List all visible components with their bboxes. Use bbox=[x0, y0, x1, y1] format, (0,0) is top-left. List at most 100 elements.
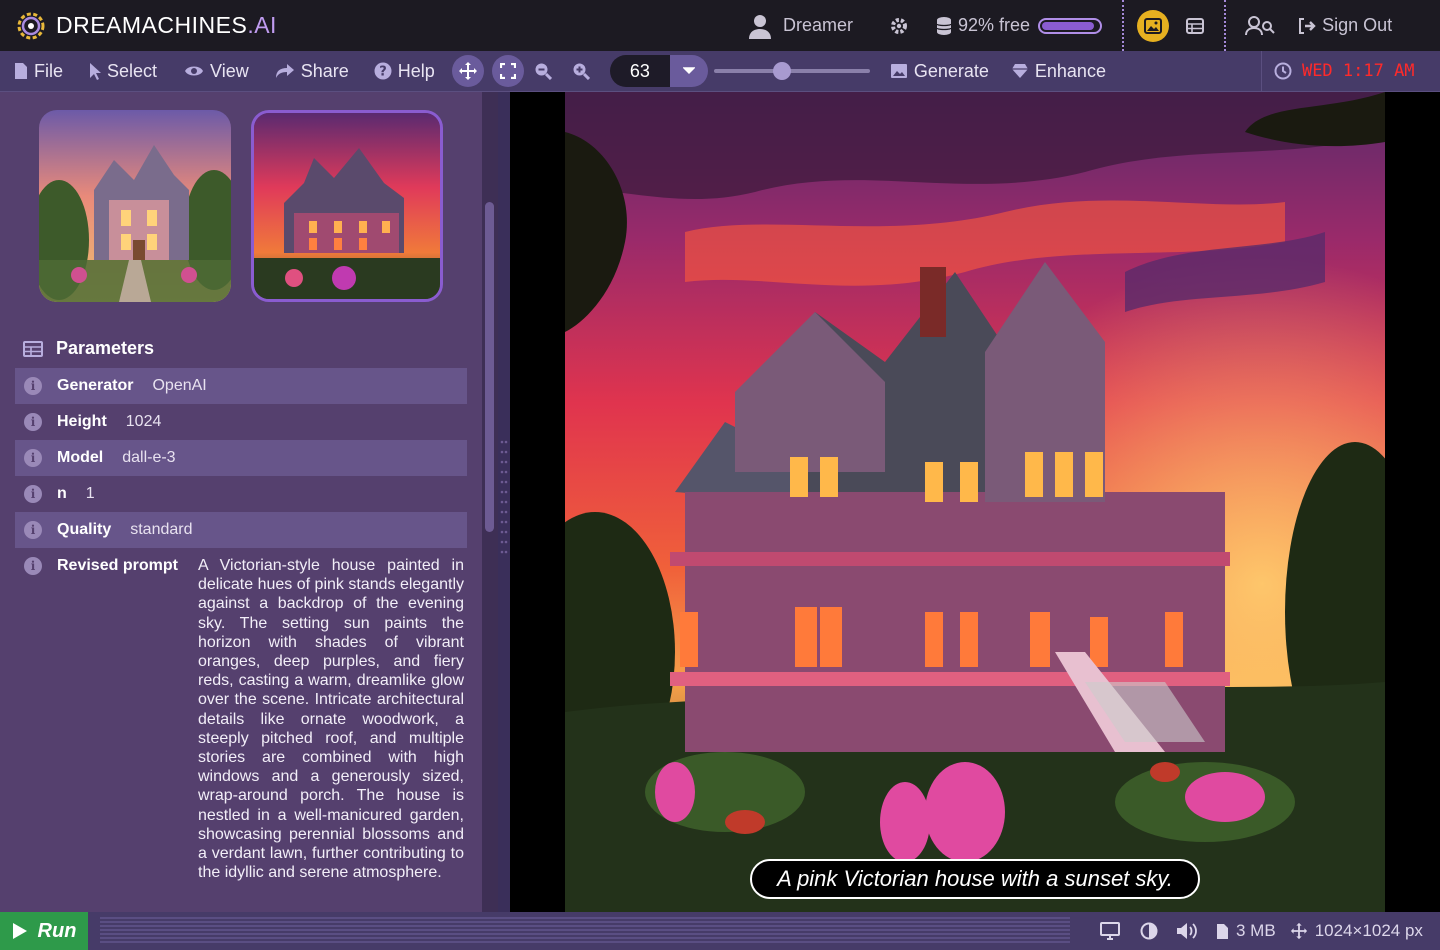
menu-file-label: File bbox=[34, 60, 64, 81]
divider bbox=[1224, 0, 1227, 51]
file-icon bbox=[15, 63, 27, 79]
info-icon: i bbox=[24, 449, 42, 467]
table-icon bbox=[23, 340, 43, 357]
divider bbox=[1122, 0, 1125, 51]
parameters-panel: Parameters i Generator OpenAI i Height 1… bbox=[0, 92, 498, 912]
monitor-icon bbox=[1100, 922, 1120, 940]
settings-button[interactable] bbox=[889, 16, 909, 36]
display-button[interactable] bbox=[1100, 922, 1120, 940]
thumbnail-1[interactable] bbox=[39, 110, 231, 302]
thumbnail-2-selected[interactable] bbox=[251, 110, 443, 302]
file-size-value: 3 MB bbox=[1236, 921, 1276, 940]
volume-button[interactable] bbox=[1176, 922, 1200, 940]
clock-time: WED 1:17 AM bbox=[1301, 61, 1415, 81]
zoom-value: 63 bbox=[609, 55, 670, 87]
param-row: i Generator OpenAI bbox=[15, 368, 467, 404]
param-key: Generator bbox=[57, 377, 134, 394]
menu-select[interactable]: Select bbox=[89, 61, 157, 82]
menu-select-label: Select bbox=[107, 60, 158, 81]
clock: WED 1:17 AM bbox=[1274, 61, 1415, 81]
param-row: i Height 1024 bbox=[15, 404, 467, 440]
param-key: Revised prompt bbox=[57, 557, 178, 574]
slider-track bbox=[713, 69, 870, 73]
param-key: Model bbox=[57, 449, 104, 466]
menu-file[interactable]: File bbox=[14, 61, 63, 82]
param-row: i Quality standard bbox=[15, 512, 467, 548]
contrast-icon bbox=[1140, 922, 1158, 940]
storage-bar bbox=[1038, 17, 1103, 34]
sun-logo-icon bbox=[17, 12, 45, 39]
menu-help-label: Help bbox=[397, 60, 435, 81]
generate-label: Generate bbox=[913, 60, 989, 81]
help-icon: ? bbox=[374, 62, 392, 80]
storage-bar-fill bbox=[1042, 21, 1094, 30]
menu-share[interactable]: Share bbox=[275, 61, 349, 82]
picture-icon bbox=[890, 64, 907, 78]
param-row: i Model dall-e-3 bbox=[15, 440, 467, 476]
zoom-in-button[interactable] bbox=[572, 62, 596, 80]
parameters-title: Parameters bbox=[56, 338, 155, 358]
zoom-dropdown[interactable] bbox=[669, 55, 708, 87]
sign-out-button[interactable]: Sign Out bbox=[1297, 15, 1392, 36]
thumbnail-1-image bbox=[39, 110, 231, 302]
param-key: Quality bbox=[57, 521, 112, 538]
user-menu[interactable]: Dreamer bbox=[748, 13, 853, 39]
panel-resize-handle[interactable] bbox=[498, 92, 510, 912]
table-icon bbox=[1186, 17, 1205, 34]
user-name: Dreamer bbox=[783, 15, 854, 35]
menu-help[interactable]: ? Help bbox=[374, 61, 435, 82]
param-value: standard bbox=[130, 521, 193, 538]
parameters-header: Parameters bbox=[23, 338, 154, 359]
move-tool-button[interactable] bbox=[451, 55, 484, 87]
panel-scrollbar[interactable] bbox=[482, 92, 498, 912]
toolbar: File Select View Share ? Help 63 Generat… bbox=[0, 50, 1440, 92]
image-viewer[interactable] bbox=[510, 92, 1440, 912]
info-icon: i bbox=[24, 413, 42, 431]
gallery-button[interactable] bbox=[1137, 9, 1170, 42]
param-value: OpenAI bbox=[152, 377, 207, 394]
top-bar: DREAMACHINES.AI Dreamer 92% free Sign Ou… bbox=[0, 0, 1440, 51]
zoom-out-button[interactable] bbox=[534, 62, 558, 80]
sign-out-icon bbox=[1299, 17, 1316, 34]
revised-prompt-text: A Victorian-style house painted in delic… bbox=[198, 557, 464, 882]
eye-icon bbox=[185, 66, 204, 76]
param-value: 1 bbox=[85, 485, 95, 502]
param-value: dall-e-3 bbox=[122, 449, 176, 466]
share-icon bbox=[275, 64, 294, 78]
image-dimensions-value: 1024×1024 px bbox=[1314, 921, 1423, 940]
info-icon: i bbox=[24, 485, 42, 503]
gem-icon bbox=[1011, 64, 1028, 78]
param-row: i n 1 bbox=[15, 476, 467, 512]
info-icon: i bbox=[24, 521, 42, 539]
storage-indicator: 92% free bbox=[936, 15, 1103, 36]
run-button[interactable]: Run bbox=[0, 912, 88, 950]
list-view-button[interactable] bbox=[1186, 17, 1205, 34]
sign-out-label: Sign Out bbox=[1322, 15, 1393, 35]
user-search-icon bbox=[1245, 15, 1275, 35]
zoom-slider[interactable] bbox=[713, 61, 870, 81]
generate-button[interactable]: Generate bbox=[890, 61, 989, 82]
image-icon bbox=[1144, 17, 1163, 34]
file-icon bbox=[1217, 923, 1228, 939]
zoom-select[interactable]: 63 bbox=[609, 55, 708, 87]
menu-view[interactable]: View bbox=[184, 61, 249, 82]
fit-screen-button[interactable] bbox=[491, 55, 524, 87]
file-size: 3 MB bbox=[1216, 921, 1276, 941]
scrollbar-thumb[interactable] bbox=[485, 202, 494, 532]
clock-icon bbox=[1274, 62, 1292, 80]
expand-icon bbox=[499, 63, 516, 79]
thumbnail-2-image bbox=[254, 113, 440, 299]
image-dimensions: 1024×1024 px bbox=[1290, 921, 1423, 941]
param-key: Height bbox=[57, 413, 107, 430]
brand-name: DREAMACHINES.AI bbox=[56, 12, 277, 38]
cursor-icon bbox=[90, 63, 102, 80]
slider-thumb[interactable] bbox=[773, 62, 792, 80]
zoom-in-icon bbox=[573, 63, 590, 80]
grip-icon bbox=[500, 440, 508, 554]
contrast-button[interactable] bbox=[1140, 922, 1158, 940]
user-search-button[interactable] bbox=[1245, 15, 1275, 36]
brand[interactable]: DREAMACHINES.AI bbox=[0, 9, 700, 43]
enhance-button[interactable]: Enhance bbox=[1011, 61, 1106, 82]
play-icon bbox=[12, 923, 27, 939]
move-icon bbox=[1290, 922, 1307, 940]
